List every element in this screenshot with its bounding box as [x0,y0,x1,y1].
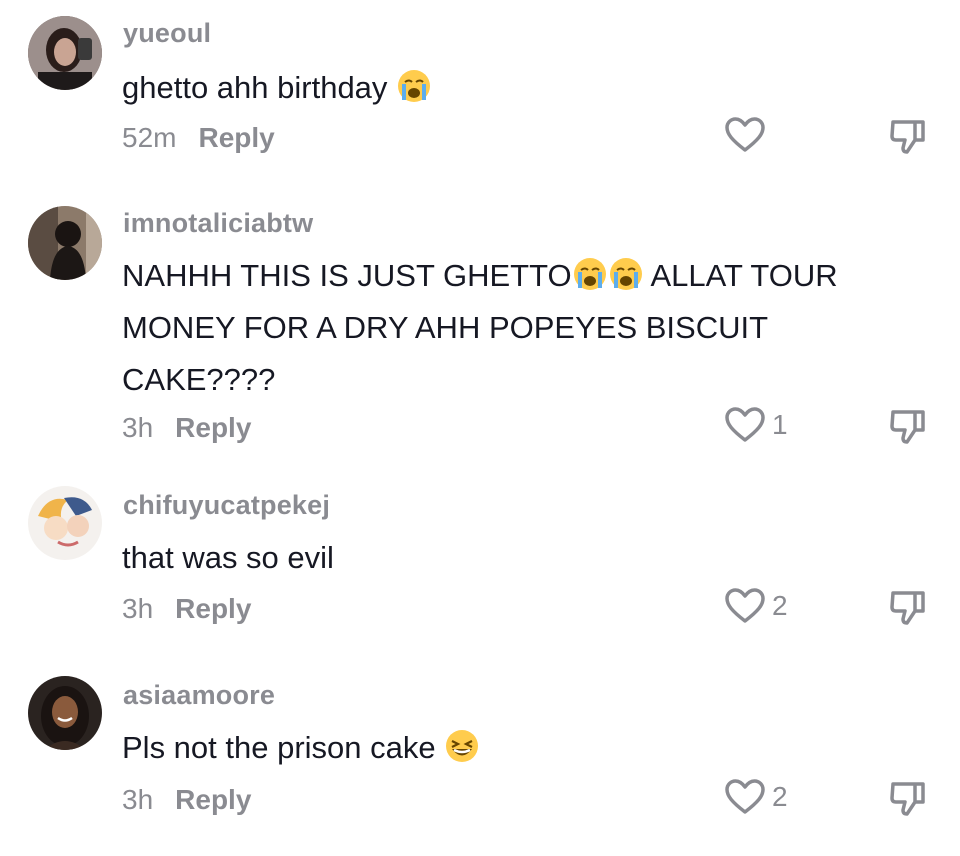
crying-emoji-icon [572,256,608,292]
like-count: 2 [772,781,788,812]
like-button[interactable]: 2 [724,778,788,816]
comment-text-content: NAHHH THIS IS JUST GHETTO [122,258,572,293]
like-button[interactable]: 1 [724,406,788,444]
heart-outline-icon [725,588,765,623]
heart-outline-icon [725,117,765,152]
reply-button[interactable]: Reply [175,593,251,624]
thumbs-down-outline-icon [890,782,925,816]
comment-username[interactable]: asiaamoore [123,680,275,711]
comment-text: NAHHH THIS IS JUST GHETTO ALLAT TOUR MON… [122,250,912,406]
dislike-button[interactable] [888,116,928,161]
avatar[interactable] [28,206,102,280]
dislike-button[interactable] [888,778,928,823]
avatar[interactable] [28,676,102,750]
comment-text-content: Pls not the prison cake [122,730,436,765]
comment-meta: 3h Reply [122,593,251,625]
comment-time: 3h [122,784,154,815]
comment-meta: 52m Reply [122,122,275,154]
comment-time: 3h [122,412,154,443]
dislike-button[interactable] [888,406,928,451]
dislike-button[interactable] [888,587,928,632]
like-button[interactable] [724,116,772,154]
reply-button[interactable]: Reply [175,412,251,443]
heart-outline-icon [725,407,765,442]
thumbs-down-outline-icon [890,410,925,444]
comment-text: Pls not the prison cake [122,722,912,774]
comment-text-content: ghetto ahh birthday [122,70,388,105]
comment-username[interactable]: imnotaliciabtw [123,208,313,239]
avatar[interactable] [28,486,102,560]
comment-meta: 3h Reply [122,412,251,444]
like-count: 2 [772,590,788,621]
comment-time: 3h [122,593,154,624]
comment-time: 52m [122,122,177,153]
crying-emoji-icon [608,256,644,292]
comment-meta: 3h Reply [122,784,251,816]
like-button[interactable]: 2 [724,587,788,625]
comment-text: ghetto ahh birthday [122,62,912,114]
reply-button[interactable]: Reply [198,122,274,153]
reply-button[interactable]: Reply [175,784,251,815]
avatar[interactable] [28,16,102,90]
comment-username[interactable]: chifuyucatpekej [123,490,330,521]
crying-emoji-icon [396,68,432,104]
thumbs-down-outline-icon [890,591,925,625]
comment-text-content: that was so evil [122,540,334,575]
thumbs-down-outline-icon [890,120,925,154]
like-count: 1 [772,409,788,440]
heart-outline-icon [725,779,765,814]
comment-text: that was so evil [122,532,912,584]
laughing-emoji-icon [444,728,480,764]
comment-username[interactable]: yueoul [123,18,211,49]
